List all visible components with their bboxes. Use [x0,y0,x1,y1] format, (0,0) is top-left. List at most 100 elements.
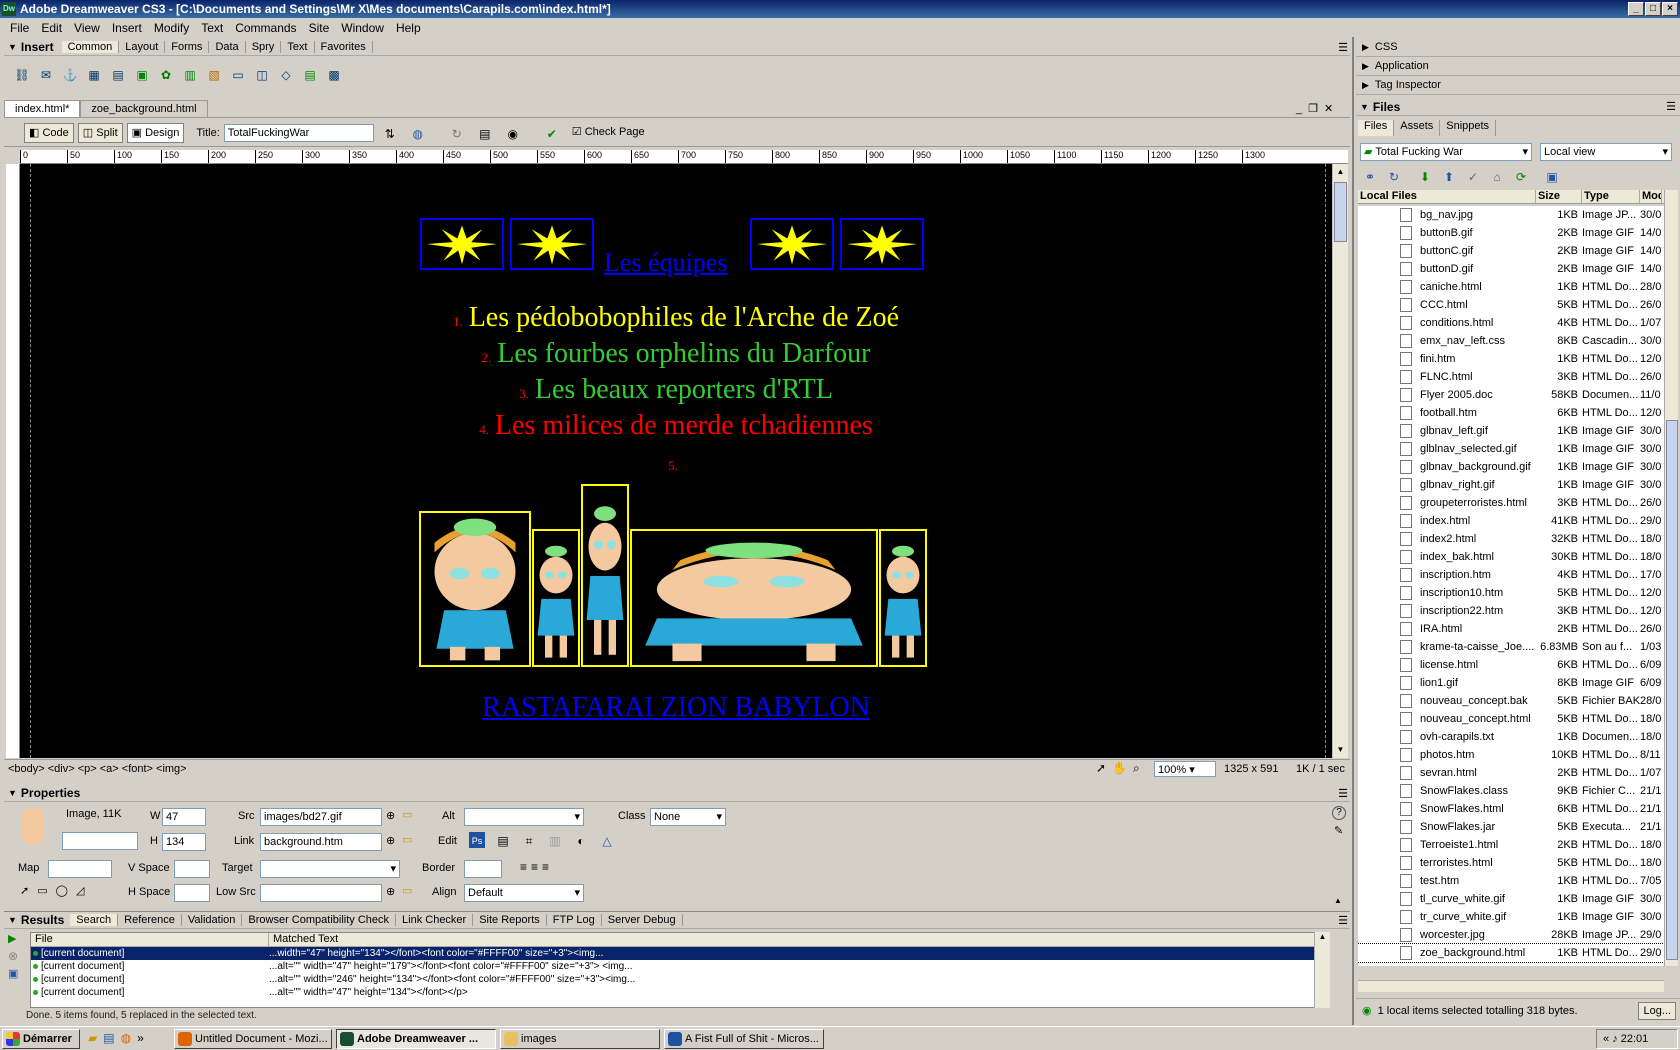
file-item[interactable]: buttonB.gif 2KB Image GIF 14/0 [1358,224,1664,242]
panel-css[interactable]: ▶ CSS [1356,38,1680,57]
results-scrollbar[interactable]: ▲ [1314,932,1330,1008]
table-icon[interactable]: ▦ [85,65,103,83]
file-item[interactable]: index.html 41KB HTML Do... 29/0 [1358,512,1664,530]
taskbar-item-images[interactable]: images [500,1029,660,1049]
preview-browser-icon[interactable]: ◍ [409,124,427,142]
split-view-button[interactable]: ◫ Split [77,122,123,143]
named-anchor-icon[interactable]: ⚓ [61,65,79,83]
firefox-icon[interactable]: ◍ [121,1031,137,1045]
doc-close-icon[interactable]: ✕ [1324,103,1339,115]
scroll-up-icon[interactable]: ▲ [1333,164,1348,180]
spark-image[interactable] [840,218,924,270]
collapse-arrow-icon[interactable]: ▼ [1360,102,1369,112]
code-view-button[interactable]: ◧ Code [24,122,74,143]
taskbar-item-firefox[interactable]: Untitled Document - Mozi... [174,1029,332,1049]
tag-selector[interactable]: <body> <div> <p> <a> <font> <img> [8,763,187,775]
map-field[interactable] [48,860,112,878]
head-icon[interactable]: ◫ [253,65,271,83]
insert-tab-layout[interactable]: Layout [119,41,166,53]
results-tab-browser-compatibility-check[interactable]: Browser Compatibility Check [242,914,397,926]
file-item[interactable]: zoe_background.html 1KB HTML Do... 29/0 [1358,943,1664,963]
put-files-icon[interactable]: ⬆ [1440,167,1458,185]
file-item[interactable]: nouveau_concept.html 5KB HTML Do... 18/0 [1358,710,1664,728]
browse-folder-icon[interactable]: ▭ [402,884,412,897]
file-item[interactable]: license.html 6KB HTML Do... 6/09 [1358,656,1664,674]
rect-hotspot-icon[interactable]: ▭ [37,885,55,897]
site-select[interactable]: ▰ Total Fucking War ▾ [1360,143,1532,161]
start-button[interactable]: Démarrer [2,1029,80,1049]
file-item[interactable]: FLNC.html 3KB HTML Do... 26/0 [1358,368,1664,386]
file-item[interactable]: glbnav_left.gif 1KB Image GIF 30/0 [1358,422,1664,440]
view-select[interactable]: Local view ▾ [1540,143,1672,161]
browse-folder-icon[interactable]: ▭ [402,808,412,821]
file-item[interactable]: tr_curve_white.gif 1KB Image GIF 30/0 [1358,908,1664,926]
check-page-button[interactable]: ☑ Check Page [568,123,649,143]
file-item[interactable]: bg_nav.jpg 1KB Image JP... 30/0 [1358,206,1664,224]
expand-panel-icon[interactable]: ▣ [1543,167,1561,185]
maximize-icon[interactable]: □ [1645,2,1661,16]
zoe-girl-image[interactable] [581,484,629,667]
circle-hotspot-icon[interactable]: ◯ [56,885,76,897]
results-tab-link-checker[interactable]: Link Checker [396,914,474,926]
file-item[interactable]: photos.htm 10KB HTML Do... 8/11 [1358,746,1664,764]
menu-insert[interactable]: Insert [106,21,148,35]
point-to-file-icon[interactable]: ⊕ [386,885,395,898]
menu-site[interactable]: Site [303,21,336,35]
optimize-icon[interactable]: ▤ [495,832,511,848]
menu-view[interactable]: View [68,21,106,35]
point-to-file-icon[interactable]: ⊕ [386,809,395,822]
panel-options-icon[interactable]: ☰ [1338,787,1348,800]
hspace-field[interactable] [174,884,210,902]
panel-splitter[interactable] [1352,37,1354,1025]
script-icon[interactable]: ◇ [277,65,295,83]
results-tab-validation[interactable]: Validation [182,914,243,926]
file-item[interactable]: worcester.jpg 28KB Image JP... 29/0 [1358,926,1664,944]
height-field[interactable] [162,833,206,851]
document-tab[interactable]: zoe_background.html [80,100,208,117]
align-left-icon[interactable]: ≡ [520,860,531,874]
result-row[interactable]: [current document] ...alt="" width="47" h… [31,960,1329,973]
brightness-icon[interactable]: ◐ [573,832,589,848]
quick-tag-editor-icon[interactable]: ✎ [1334,824,1343,837]
check-out-icon[interactable]: ✓ [1464,167,1482,185]
scroll-thumb[interactable] [1334,182,1347,242]
stop-icon[interactable]: ⊗ [8,949,26,963]
files-col-header[interactable]: Local Files [1358,190,1536,203]
get-files-icon[interactable]: ⬇ [1416,167,1434,185]
file-item[interactable]: Terroeiste1.html 2KB HTML Do... 18/0 [1358,836,1664,854]
file-item[interactable]: ovh-carapils.txt 1KB Documen... 18/0 [1358,728,1664,746]
files-col-header[interactable]: Size [1536,190,1582,203]
src-field[interactable] [260,808,382,826]
notepad-icon[interactable]: ▤ [103,1031,120,1045]
server-include-icon[interactable]: ▧ [205,65,223,83]
image-icon[interactable]: ▣ [133,65,151,83]
files-hscrollbar[interactable] [1358,980,1664,992]
file-item[interactable]: football.htm 6KB HTML Do... 12/0 [1358,404,1664,422]
file-item[interactable]: inscription.htm 4KB HTML Do... 17/0 [1358,566,1664,584]
menu-file[interactable]: File [4,21,35,35]
results-tab-ftp-log[interactable]: FTP Log [547,914,602,926]
scroll-up-icon[interactable]: ▲ [1315,932,1330,941]
width-field[interactable] [162,808,206,826]
file-item[interactable]: IRA.html 2KB HTML Do... 26/0 [1358,620,1664,638]
document-tab[interactable]: index.html* [4,100,81,117]
align-right-icon[interactable]: ≡ [542,860,553,874]
point-to-file-icon[interactable]: ⊕ [386,834,395,847]
files-col-header[interactable]: Type [1582,190,1640,203]
check-in-icon[interactable]: ⌂ [1488,167,1506,185]
visual-aids-icon[interactable]: ◉ [504,124,522,142]
rastafarai-link[interactable]: RASTAFARAI ZION BABYLON [20,692,1332,724]
doc-restore-icon[interactable]: ❐ [1308,103,1324,115]
file-item[interactable]: glbnav_right.gif 1KB Image GIF 30/0 [1358,476,1664,494]
panel-options-icon[interactable]: ☰ [1338,914,1348,927]
result-row[interactable]: [current document] ...alt="" width="246" … [31,973,1329,986]
menu-commands[interactable]: Commands [229,21,302,35]
file-item[interactable]: SnowFlakes.html 6KB HTML Do... 21/1 [1358,800,1664,818]
file-item[interactable]: CCC.html 5KB HTML Do... 26/0 [1358,296,1664,314]
canvas-scrollbar[interactable]: ▲ ▼ [1332,164,1348,758]
alt-field[interactable]: ▾ [464,808,584,826]
insert-tab-forms[interactable]: Forms [165,41,210,53]
file-item[interactable]: sevran.html 2KB HTML Do... 1/07 [1358,764,1664,782]
file-item[interactable]: Flyer 2005.doc 58KB Documen... 11/0 [1358,386,1664,404]
expand-arrow-icon[interactable]: ▲ [1334,896,1342,905]
